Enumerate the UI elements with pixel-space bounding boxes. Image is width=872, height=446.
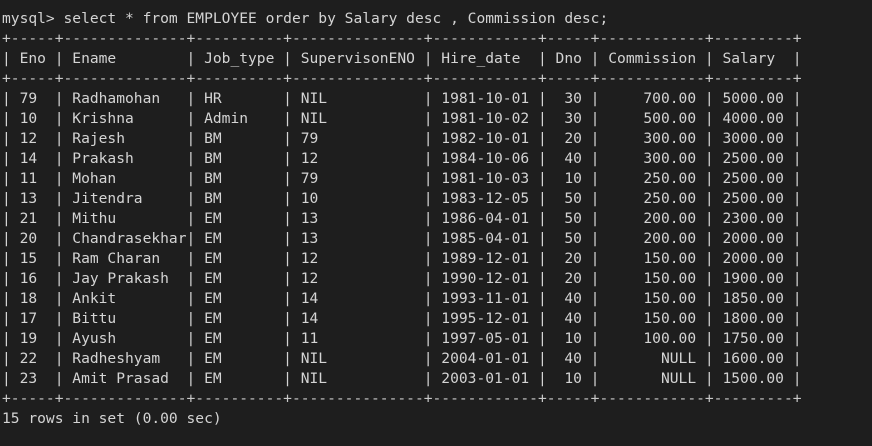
table-row: | 19 | Ayush | EM | 11 | 1997-05-01 | 10…: [2, 330, 802, 347]
table-border-header: +-----+--------------+----------+-------…: [2, 70, 802, 87]
table-row: | 16 | Jay Prakash | EM | 12 | 1990-12-0…: [2, 270, 802, 287]
table-header-row: | Eno | Ename | Job_type | SupervisonENO…: [2, 50, 802, 67]
table-row: | 18 | Ankit | EM | 14 | 1993-11-01 | 40…: [2, 290, 802, 307]
table-row: | 15 | Ram Charan | EM | 12 | 1989-12-01…: [2, 250, 802, 267]
table-border-top: +-----+--------------+----------+-------…: [2, 30, 802, 47]
table-row: | 22 | Radheshyam | EM | NIL | 2004-01-0…: [2, 350, 802, 367]
table-row: | 12 | Rajesh | BM | 79 | 1982-10-01 | 2…: [2, 130, 802, 147]
table-row: | 10 | Krishna | Admin | NIL | 1981-10-0…: [2, 110, 802, 127]
table-row: | 17 | Bittu | EM | 14 | 1995-12-01 | 40…: [2, 310, 802, 327]
result-summary: 15 rows in set (0.00 sec): [2, 410, 222, 427]
table-row: | 14 | Prakash | BM | 12 | 1984-10-06 | …: [2, 150, 802, 167]
table-row: | 79 | Radhamohan | HR | NIL | 1981-10-0…: [2, 90, 802, 107]
table-row: | 21 | Mithu | EM | 13 | 1986-04-01 | 50…: [2, 210, 802, 227]
table-row: | 20 | Chandrasekhar| EM | 13 | 1985-04-…: [2, 230, 802, 247]
sql-command-line: mysql> select * from EMPLOYEE order by S…: [2, 10, 609, 27]
table-row: | 11 | Mohan | BM | 79 | 1981-10-03 | 10…: [2, 170, 802, 187]
table-row: | 13 | Jitendra | BM | 10 | 1983-12-05 |…: [2, 190, 802, 207]
table-border-bottom: +-----+--------------+----------+-------…: [2, 390, 802, 407]
terminal-window: mysql> select * from EMPLOYEE order by S…: [0, 0, 872, 446]
table-row: | 23 | Amit Prasad | EM | NIL | 2003-01-…: [2, 370, 802, 387]
